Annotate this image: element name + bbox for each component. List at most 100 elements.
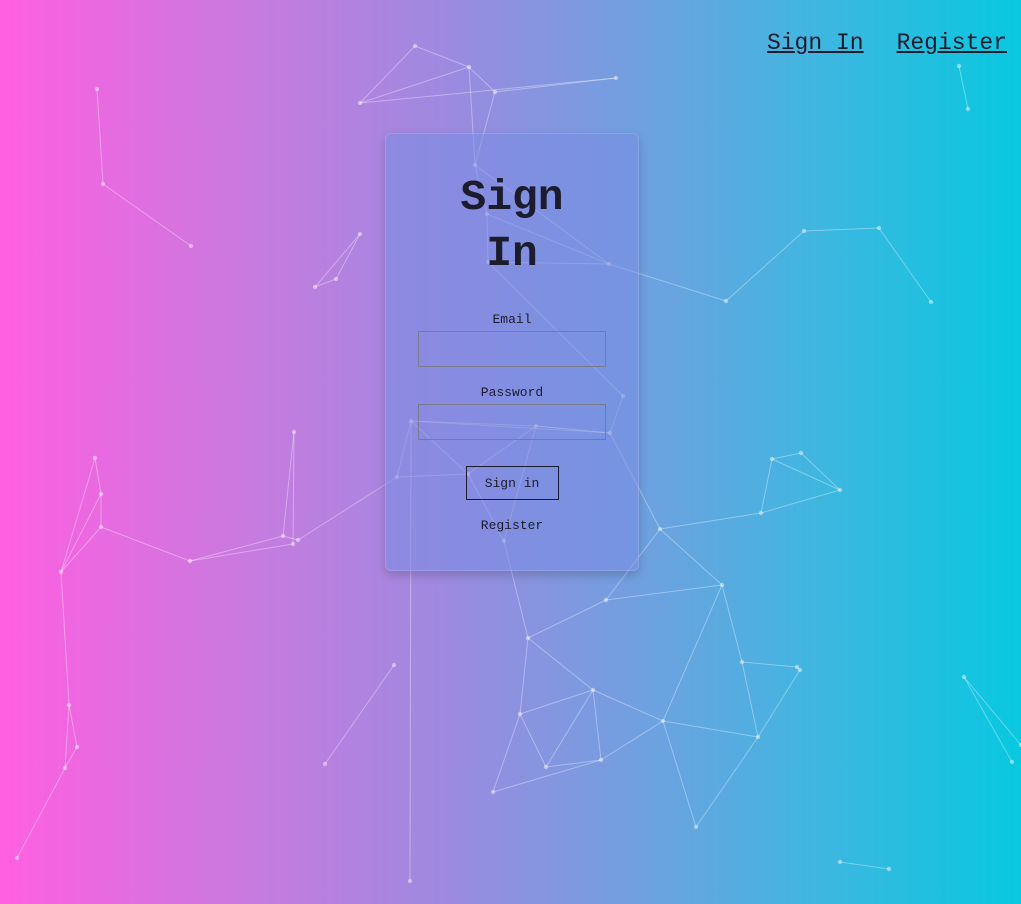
sign-in-button[interactable]: Sign in	[465, 466, 559, 500]
network-node	[98, 524, 104, 530]
network-node	[98, 491, 104, 497]
network-line	[468, 66, 496, 93]
top-nav: Sign In Register	[767, 30, 1007, 56]
network-line	[741, 661, 759, 738]
network-line	[771, 452, 802, 460]
network-line	[605, 584, 723, 601]
network-line	[659, 512, 762, 530]
password-field[interactable]	[418, 404, 606, 440]
network-line	[297, 476, 398, 541]
network-line	[662, 720, 759, 738]
nav-sign-in-link[interactable]: Sign In	[767, 30, 864, 56]
network-line	[292, 431, 295, 545]
network-line	[741, 661, 798, 668]
email-field[interactable]	[418, 331, 606, 367]
network-node	[837, 487, 843, 493]
network-line	[64, 704, 70, 769]
network-line	[16, 767, 66, 859]
network-node	[333, 276, 339, 282]
network-line	[282, 535, 299, 541]
network-node	[739, 659, 745, 665]
network-line	[662, 584, 723, 722]
network-line	[94, 457, 102, 495]
network-node	[466, 64, 472, 70]
network-node	[412, 43, 418, 49]
network-line	[519, 637, 529, 715]
nav-register-link[interactable]: Register	[897, 30, 1007, 56]
email-label: Email	[492, 312, 532, 327]
network-line	[527, 637, 594, 691]
register-link[interactable]: Register	[386, 518, 638, 533]
network-node	[357, 100, 363, 106]
network-node	[94, 86, 100, 92]
network-line	[725, 230, 805, 302]
network-line	[878, 227, 932, 303]
network-line	[527, 599, 607, 639]
network-node	[797, 667, 803, 673]
network-line	[662, 720, 697, 828]
network-line	[68, 704, 78, 748]
network-node	[693, 824, 699, 830]
network-node	[886, 866, 892, 872]
network-line	[800, 452, 841, 491]
network-node	[290, 541, 296, 547]
network-line	[839, 861, 890, 870]
network-line	[695, 736, 759, 828]
network-line	[963, 676, 1021, 746]
network-node	[837, 859, 843, 865]
network-line	[545, 689, 594, 768]
network-line	[592, 689, 664, 722]
network-node	[928, 299, 934, 305]
network-line	[414, 45, 470, 68]
network-node	[517, 711, 523, 717]
network-line	[592, 689, 602, 761]
network-node	[92, 455, 98, 461]
network-node	[407, 878, 413, 884]
network-line	[757, 669, 801, 738]
network-line	[721, 584, 743, 663]
network-node	[660, 718, 666, 724]
network-node	[543, 764, 549, 770]
network-node	[769, 456, 775, 462]
network-node	[798, 450, 804, 456]
network-line	[60, 571, 70, 706]
network-node	[357, 231, 363, 237]
network-node	[603, 597, 609, 603]
network-node	[1009, 759, 1015, 765]
network-node	[719, 582, 725, 588]
network-node	[755, 734, 761, 740]
network-node	[801, 228, 807, 234]
network-node	[492, 89, 498, 95]
network-line	[760, 458, 773, 514]
network-line	[324, 664, 395, 765]
network-line	[282, 431, 295, 537]
network-node	[322, 761, 328, 767]
network-line	[545, 759, 602, 768]
network-node	[965, 106, 971, 112]
network-line	[359, 45, 416, 104]
network-line	[519, 689, 594, 715]
sign-in-card: Sign In Email Password Sign in Register	[385, 133, 639, 571]
network-line	[189, 535, 284, 562]
network-line	[659, 528, 723, 586]
network-node	[187, 558, 193, 564]
network-node	[723, 298, 729, 304]
network-node	[312, 284, 318, 290]
network-line	[803, 227, 880, 232]
network-node	[961, 674, 967, 680]
network-line	[189, 543, 294, 562]
network-line	[102, 183, 192, 247]
network-node	[74, 744, 80, 750]
network-node	[490, 789, 496, 795]
network-node	[188, 243, 194, 249]
network-node	[391, 662, 397, 668]
network-node	[62, 765, 68, 771]
network-line	[96, 88, 104, 185]
network-node	[657, 526, 663, 532]
network-line	[519, 713, 547, 768]
network-line	[771, 458, 841, 491]
network-node	[613, 75, 619, 81]
page-title: Sign In	[460, 173, 564, 278]
network-node	[295, 537, 301, 543]
network-line	[958, 65, 969, 110]
